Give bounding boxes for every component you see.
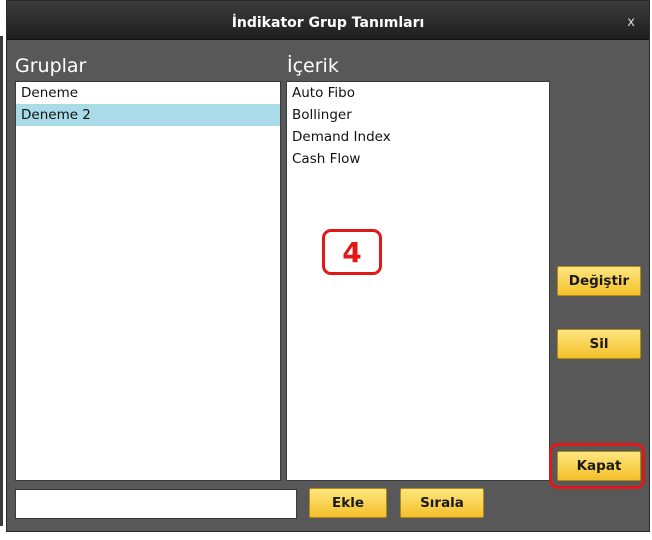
content-item-bollinger[interactable]: Bollinger <box>287 104 549 126</box>
contents-label: İçerik <box>287 55 339 77</box>
group-item-deneme[interactable]: Deneme <box>16 82 280 104</box>
annotation-highlight-kapat <box>549 443 645 489</box>
background-window-edge <box>0 36 3 526</box>
close-icon[interactable]: x <box>627 15 635 30</box>
group-item-deneme-2[interactable]: Deneme 2 <box>16 104 280 126</box>
delete-button[interactable]: Sil <box>557 329 641 359</box>
content-item-cash-flow[interactable]: Cash Flow <box>287 148 549 170</box>
groups-list[interactable]: Deneme Deneme 2 <box>15 81 281 481</box>
groups-label: Gruplar <box>15 55 87 77</box>
content-item-auto-fibo[interactable]: Auto Fibo <box>287 82 549 104</box>
add-button[interactable]: Ekle <box>309 488 387 518</box>
title-bar[interactable]: İndikator Grup Tanımları x <box>7 1 649 40</box>
dialog-title: İndikator Grup Tanımları <box>231 15 425 31</box>
content-item-demand-index[interactable]: Demand Index <box>287 126 549 148</box>
bottom-divider <box>0 532 652 540</box>
sort-button[interactable]: Sırala <box>400 488 484 518</box>
annotation-number-badge: 4 <box>322 229 382 275</box>
contents-list[interactable]: Auto Fibo Bollinger Demand Index Cash Fl… <box>286 81 550 481</box>
new-group-input[interactable] <box>15 489 297 519</box>
change-button[interactable]: Değiştir <box>557 266 641 296</box>
